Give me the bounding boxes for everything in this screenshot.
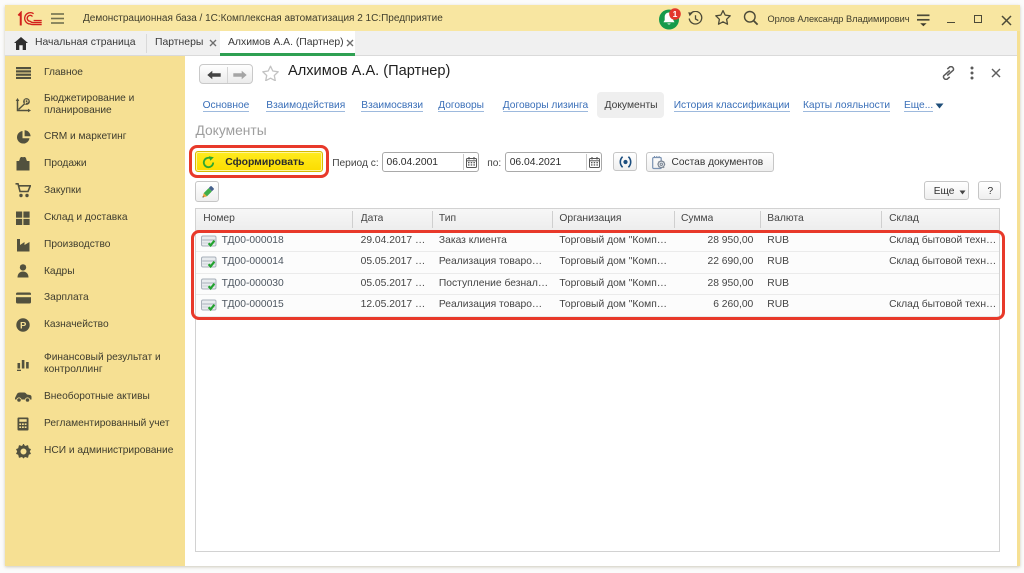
svg-text:1: 1 — [673, 9, 678, 19]
svg-text:Р: Р — [20, 320, 27, 331]
svg-text:Р: Р — [24, 99, 29, 106]
